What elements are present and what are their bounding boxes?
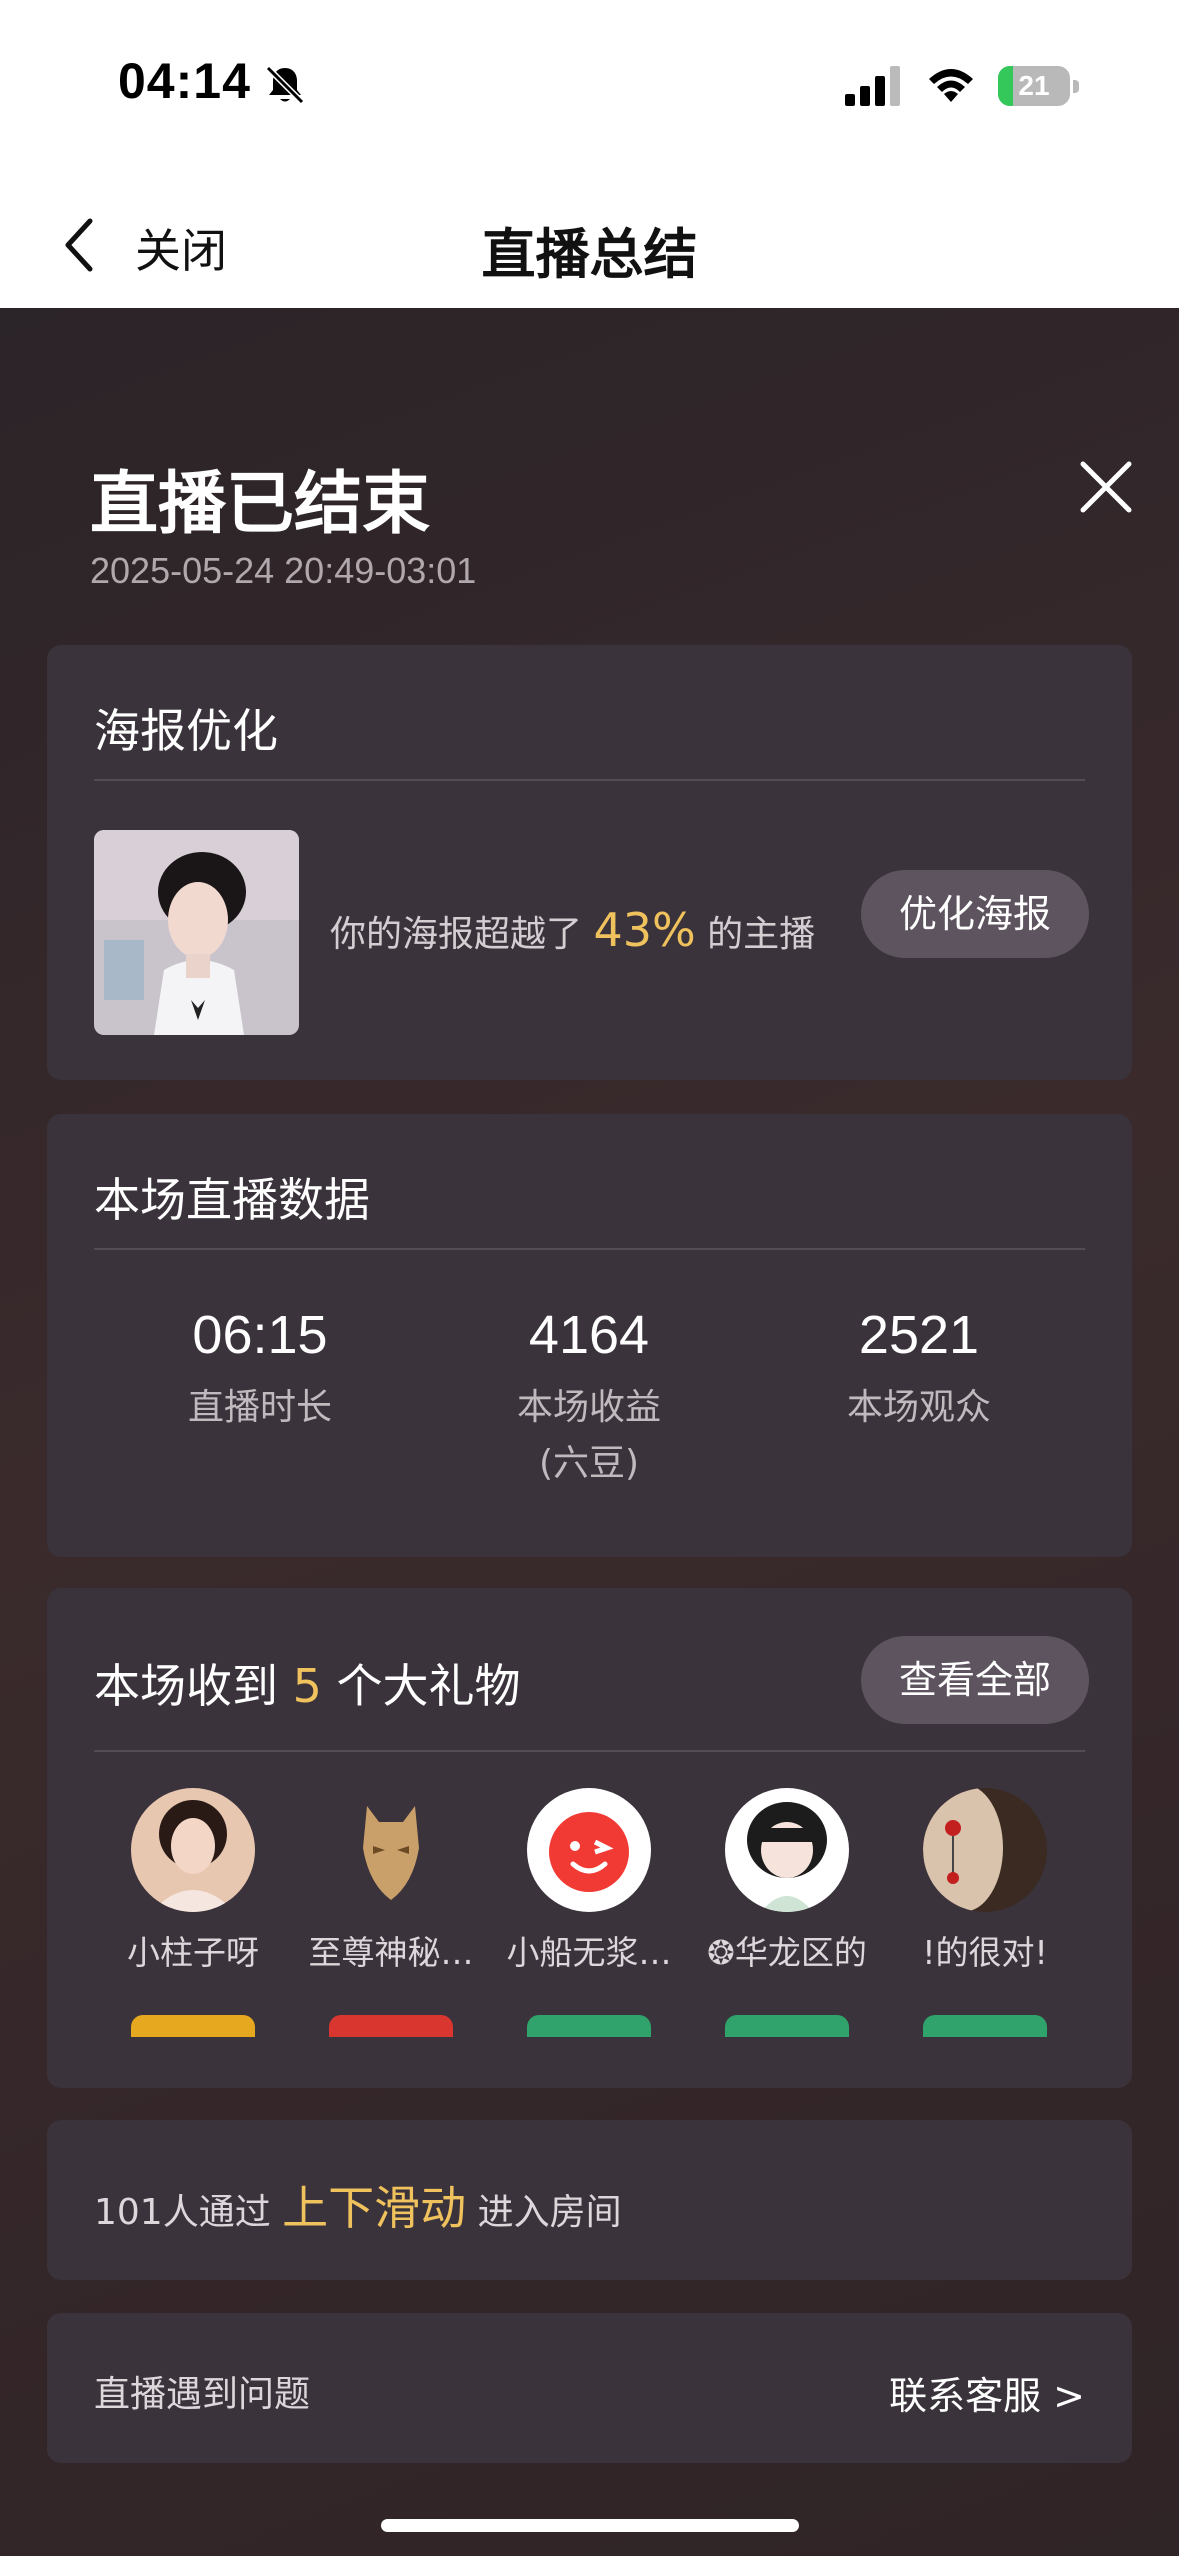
optimize-poster-button[interactable]: 优化海报 bbox=[861, 870, 1090, 958]
gift-sender-name: !的很对! bbox=[922, 1933, 1048, 1972]
view-all-button[interactable]: 查看全部 bbox=[861, 1636, 1090, 1724]
stat-label: 本场收益 (六豆) bbox=[516, 1387, 661, 1484]
level-badge bbox=[329, 2015, 453, 2037]
avatar bbox=[329, 1788, 453, 1912]
stat-value: 4164 bbox=[528, 1305, 650, 1365]
swipe-entry-card: 101人通过 上下滑动 进入房间 bbox=[47, 2120, 1132, 2280]
page-title: 直播总结 bbox=[481, 223, 698, 286]
live-ended-title: 直播已结束 bbox=[90, 465, 431, 544]
live-problem-card[interactable]: 直播遇到问题 联系客服 > bbox=[47, 2313, 1132, 2463]
gift-sender[interactable]: 小船无浆… bbox=[489, 1788, 689, 1974]
poster-thumbnail[interactable] bbox=[94, 830, 299, 1035]
stat-label: 直播时长 bbox=[187, 1387, 332, 1428]
gift-sender-name: 小柱子呀 bbox=[127, 1933, 259, 1972]
gift-sender-name: 至尊神秘… bbox=[308, 1933, 474, 1972]
gift-sender-name: 小船无浆… bbox=[506, 1933, 672, 1972]
home-indicator[interactable] bbox=[381, 2519, 799, 2532]
avatar bbox=[923, 1788, 1047, 1912]
battery-charging-icon: 21 bbox=[998, 66, 1080, 106]
status-time: 04:14 bbox=[118, 53, 251, 109]
gift-sender[interactable]: 小柱子呀 bbox=[93, 1788, 293, 1974]
x-icon[interactable] bbox=[1075, 456, 1137, 518]
nav-bar: 关闭 直播总结 bbox=[0, 175, 1179, 308]
battery-level: 21 bbox=[1018, 70, 1050, 101]
avatar bbox=[527, 1788, 651, 1912]
divider bbox=[94, 1248, 1085, 1250]
gifts-card-title: 本场收到 5 个大礼物 bbox=[94, 1659, 521, 1713]
poster-percent: 43% bbox=[593, 903, 696, 957]
problem-text: 直播遇到问题 bbox=[94, 2374, 311, 2415]
gifts-count: 5 bbox=[292, 1659, 322, 1713]
avatar bbox=[131, 1788, 255, 1912]
stats-card-title: 本场直播数据 bbox=[94, 1173, 370, 1227]
stat-duration: 06:15 直播时长 bbox=[110, 1304, 410, 1436]
status-bar: 04:14 21 bbox=[0, 0, 1179, 175]
big-gifts-card: 本场收到 5 个大礼物 查看全部 小柱子呀 至尊神秘… 小船无浆… ❂华龙区的 … bbox=[47, 1588, 1132, 2088]
poster-optimize-card: 海报优化 你的海报超越了 43% 的主播 优化海报 bbox=[47, 645, 1132, 1080]
stat-value: 06:15 bbox=[192, 1305, 328, 1365]
gift-sender[interactable]: ❂华龙区的 bbox=[687, 1788, 887, 1974]
level-badge bbox=[725, 2015, 849, 2037]
stat-value: 2521 bbox=[858, 1305, 980, 1365]
gift-sender[interactable]: 至尊神秘… bbox=[291, 1788, 491, 1974]
level-badge bbox=[923, 2015, 1047, 2037]
swipe-entry-text: 101人通过 上下滑动 进入房间 bbox=[94, 2181, 622, 2235]
divider bbox=[94, 1750, 1085, 1752]
stat-audience: 2521 本场观众 bbox=[769, 1304, 1069, 1436]
poster-rank-text: 你的海报超越了 43% 的主播 bbox=[330, 903, 816, 957]
wifi-icon bbox=[929, 69, 973, 102]
live-data-card: 本场直播数据 06:15 直播时长 4164 本场收益 (六豆) 2521 本场观… bbox=[47, 1114, 1132, 1557]
swipe-highlight: 上下滑动 bbox=[282, 2181, 467, 2235]
poster-card-title: 海报优化 bbox=[94, 704, 278, 758]
level-badge bbox=[527, 2015, 651, 2037]
stat-earnings: 4164 本场收益 (六豆) bbox=[439, 1304, 739, 1492]
gift-sender-name: ❂华龙区的 bbox=[707, 1933, 867, 1972]
gift-sender[interactable]: !的很对! bbox=[885, 1788, 1085, 1974]
level-badge bbox=[131, 2015, 255, 2037]
live-summary-panel: 直播已结束 2025-05-24 20:49-03:01 海报优化 你的海报超越… bbox=[0, 308, 1179, 2556]
contact-support-link[interactable]: 联系客服 > bbox=[889, 2365, 1085, 2420]
bell-slash-icon bbox=[265, 65, 305, 105]
divider bbox=[94, 779, 1085, 781]
live-time-range: 2025-05-24 20:49-03:01 bbox=[90, 550, 477, 591]
avatar bbox=[725, 1788, 849, 1912]
stat-label: 本场观众 bbox=[846, 1387, 991, 1428]
cellular-signal-icon bbox=[845, 66, 900, 106]
